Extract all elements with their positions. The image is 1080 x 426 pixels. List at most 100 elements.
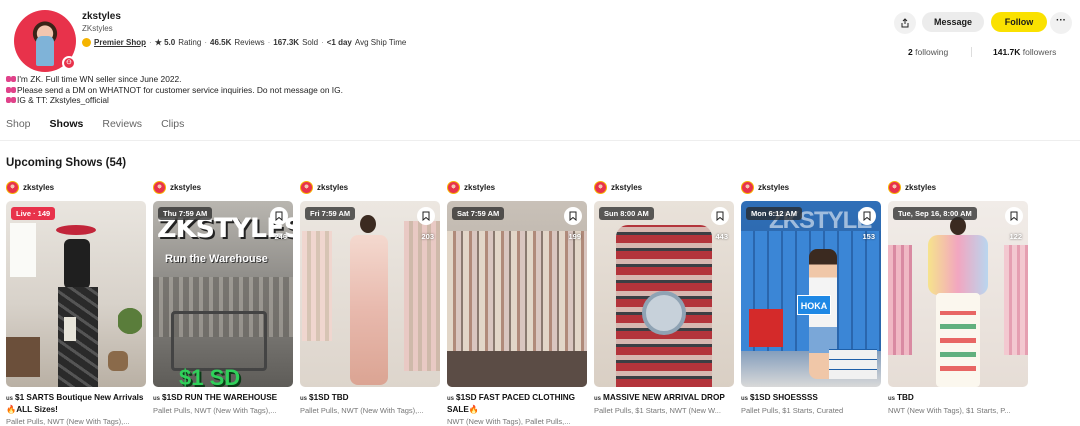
followers-stat[interactable]: 141.7K followers: [993, 47, 1056, 57]
thumb-window: [10, 223, 36, 277]
avatar-live-badge: ⚇: [62, 56, 76, 70]
avatar-figure: [36, 36, 54, 66]
show-time-badge: Sun 8:00 AM: [599, 207, 654, 220]
thumb-overlay-bottom: $1 SD: [179, 365, 241, 387]
bio-line: IG & TT: Zkstyles_official: [6, 95, 343, 106]
stat-separator: ·: [149, 38, 152, 47]
following-count: 2: [908, 47, 913, 57]
tab-shop[interactable]: Shop: [6, 118, 31, 136]
share-button[interactable]: [894, 12, 916, 34]
rating-label: Rating: [178, 38, 202, 47]
ship-time-label: Avg Ship Time: [354, 38, 407, 47]
show-thumbnail[interactable]: Tue, Sep 16, 8:00 AM 122: [888, 201, 1028, 387]
premier-shop-icon: [82, 38, 91, 47]
bookmark-button[interactable]: [417, 207, 435, 225]
show-title-text: TBD: [897, 393, 914, 402]
thumb-box-stack: [829, 349, 877, 379]
following-label: following: [915, 47, 949, 57]
reviews-label: Reviews: [234, 38, 265, 47]
rating-value: ★ 5.0: [154, 38, 176, 47]
show-thumbnail[interactable]: ZKSTYLES Run the Warehouse $1 SD Thu 7:5…: [153, 201, 293, 387]
show-subtitle: Pallet Pulls, $1 Starts, Curated: [741, 406, 844, 415]
show-card[interactable]: zkstyles ZKSTYLE HOKA Mon 6:12 AM 153 us…: [741, 180, 881, 426]
show-host[interactable]: zkstyles: [6, 180, 146, 194]
tab-clips[interactable]: Clips: [161, 118, 184, 136]
thumb-rack: [888, 245, 912, 355]
follow-button[interactable]: Follow: [991, 12, 1047, 32]
show-card[interactable]: zkstyles Tue, Sep 16, 8:00 AM 122 us TBD …: [888, 180, 1028, 426]
show-thumbnail[interactable]: ZKSTYLE HOKA Mon 6:12 AM 153: [741, 201, 881, 387]
live-badge: Live · 149: [11, 207, 56, 220]
show-card[interactable]: zkstyles Sun 8:00 AM 443 us MASSIVE NEW A…: [594, 180, 734, 426]
show-card[interactable]: zkstyles Live · 149 us $1 SARTS Boutique …: [6, 180, 146, 426]
show-host[interactable]: zkstyles: [594, 180, 734, 194]
host-avatar: [594, 180, 607, 194]
bookmark-count: 246: [274, 232, 287, 241]
tab-reviews[interactable]: Reviews: [102, 118, 142, 136]
bookmark-button[interactable]: [1005, 207, 1023, 225]
show-title[interactable]: us $1SD SHOESSSS: [741, 393, 881, 405]
flag-prefix: us: [153, 396, 161, 402]
show-subtitle: NWT (New With Tags), $1 Starts, P...: [888, 406, 1011, 415]
show-host[interactable]: zkstyles: [300, 180, 440, 194]
show-host[interactable]: zkstyles: [888, 180, 1028, 194]
bookmark-button[interactable]: [270, 207, 288, 225]
show-host[interactable]: zkstyles: [447, 180, 587, 194]
host-name: zkstyles: [317, 182, 349, 192]
premier-shop-link[interactable]: Premier Shop: [94, 38, 146, 47]
stat-separator: ·: [321, 38, 324, 47]
profile-bio: I'm ZK. Full time WN seller since June 2…: [6, 74, 343, 106]
show-host[interactable]: zkstyles: [153, 180, 293, 194]
show-host[interactable]: zkstyles: [741, 180, 881, 194]
host-name: zkstyles: [905, 182, 937, 192]
show-thumbnail[interactable]: Live · 149: [6, 201, 146, 387]
thumb-rug: [447, 351, 587, 387]
profile-avatar[interactable]: ⚇: [14, 10, 76, 72]
show-card[interactable]: zkstyles ZKSTYLES Run the Warehouse $1 S…: [153, 180, 293, 426]
section-title: Upcoming Shows (54): [6, 157, 127, 169]
bio-text: Please send a DM on WHATNOT for customer…: [17, 84, 343, 95]
flag-prefix: us: [594, 396, 602, 402]
show-card[interactable]: zkstyles Fri 7:59 AM 203 us $1SD TBD Pall…: [300, 180, 440, 426]
host-name: zkstyles: [170, 182, 202, 192]
thumb-rack: [404, 221, 440, 371]
bookmark-count: 122: [1009, 232, 1022, 241]
show-title[interactable]: us $1SD RUN THE WAREHOUSE: [153, 393, 293, 405]
show-subtitle: Pallet Pulls, NWT (New With Tags),...: [300, 406, 424, 415]
show-title[interactable]: us $1SD FAST PACED CLOTHING SALE🔥: [447, 393, 587, 415]
thumb-dog: [108, 351, 128, 371]
message-button[interactable]: Message: [922, 12, 984, 32]
host-avatar: [6, 180, 19, 194]
bookmark-button[interactable]: [711, 207, 729, 225]
show-title[interactable]: us MASSIVE NEW ARRIVAL DROP: [594, 393, 734, 405]
bio-line: I'm ZK. Full time WN seller since June 2…: [6, 74, 343, 85]
ship-time-value: <1 day: [326, 38, 352, 47]
thumb-shelf: [6, 337, 40, 377]
stat-separator: ·: [267, 38, 271, 47]
bookmark-button[interactable]: [564, 207, 582, 225]
host-name: zkstyles: [23, 182, 55, 192]
thumb-red-box: [749, 309, 783, 347]
show-time-badge: Thu 7:59 AM: [158, 207, 213, 220]
bookmark-button[interactable]: [858, 207, 876, 225]
show-title[interactable]: us $1SD TBD: [300, 393, 440, 405]
bookmark-count: 199: [568, 232, 581, 241]
show-thumbnail[interactable]: Fri 7:59 AM 203: [300, 201, 440, 387]
show-thumbnail[interactable]: Sat 7:59 AM 199: [447, 201, 587, 387]
thumb-rack: [1004, 245, 1028, 355]
sold-value: 167.3K: [273, 38, 300, 47]
reviews-value: 46.5K: [210, 38, 232, 47]
show-card[interactable]: zkstyles Sat 7:59 AM 199 us $1SD FAST PAC…: [447, 180, 587, 426]
more-icon[interactable]: ···: [1050, 12, 1072, 34]
flag-prefix: us: [6, 396, 14, 402]
show-title[interactable]: us $1 SARTS Boutique New Arrivals🔥ALL Siz…: [6, 393, 146, 415]
show-title[interactable]: us TBD: [888, 393, 1028, 405]
following-stat[interactable]: 2 following: [908, 47, 948, 57]
show-thumbnail[interactable]: Sun 8:00 AM 443: [594, 201, 734, 387]
profile-username: zkstyles: [82, 11, 121, 22]
tab-shows[interactable]: Shows: [50, 118, 84, 136]
share-icon: [901, 18, 909, 28]
thumb-hat: [56, 225, 96, 235]
bookmark-count: 443: [715, 232, 728, 241]
show-time-badge: Sat 7:59 AM: [452, 207, 505, 220]
